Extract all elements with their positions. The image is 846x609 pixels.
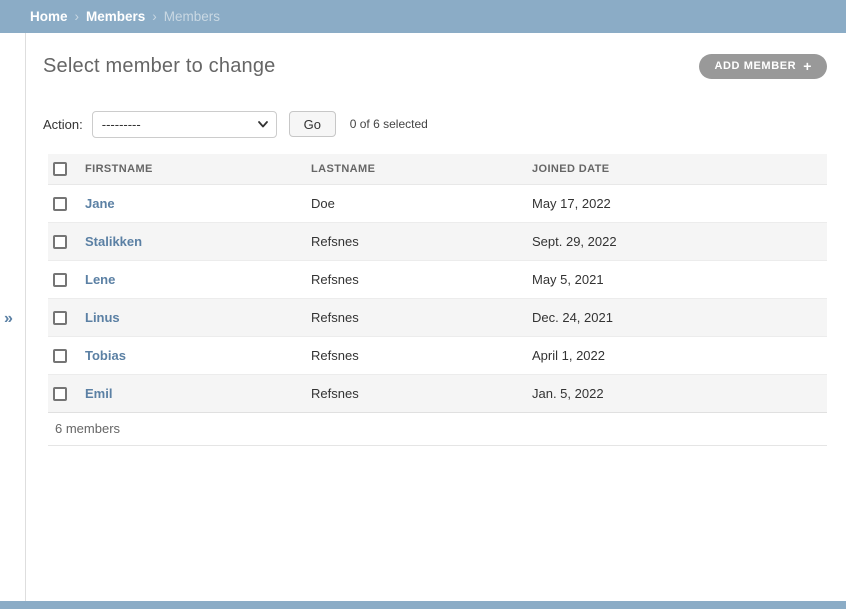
member-firstname-link[interactable]: Jane bbox=[85, 196, 115, 211]
member-firstname-link[interactable]: Lene bbox=[85, 272, 115, 287]
action-bar: Action: --------- Go 0 of 6 selected bbox=[43, 110, 827, 138]
member-joined-date: May 5, 2021 bbox=[532, 260, 827, 298]
member-joined-date: May 17, 2022 bbox=[532, 184, 827, 222]
breadcrumb: Home › Members › Members bbox=[0, 0, 846, 33]
page-title: Select member to change bbox=[43, 55, 276, 78]
add-member-button[interactable]: ADD MEMBER + bbox=[699, 54, 827, 79]
go-button[interactable]: Go bbox=[289, 111, 336, 137]
member-firstname-link[interactable]: Emil bbox=[85, 386, 112, 401]
action-select[interactable]: --------- bbox=[92, 111, 277, 138]
members-table-wrap: FIRSTNAME LASTNAME JOINED DATE Jane Doe … bbox=[48, 154, 827, 446]
selection-status: 0 of 6 selected bbox=[350, 117, 428, 131]
breadcrumb-members-link[interactable]: Members bbox=[86, 9, 145, 24]
row-checkbox[interactable] bbox=[53, 349, 67, 363]
table-row: Emil Refsnes Jan. 5, 2022 bbox=[48, 374, 827, 412]
member-joined-date: Dec. 24, 2021 bbox=[532, 298, 827, 336]
main-content: Select member to change ADD MEMBER + Act… bbox=[27, 33, 846, 601]
member-lastname: Doe bbox=[311, 184, 532, 222]
breadcrumb-separator: › bbox=[152, 9, 157, 24]
content-header: Select member to change ADD MEMBER + bbox=[43, 53, 827, 79]
table-row: Linus Refsnes Dec. 24, 2021 bbox=[48, 298, 827, 336]
action-select-wrap: --------- bbox=[92, 111, 277, 138]
sidebar-expand-icon[interactable]: » bbox=[4, 311, 13, 327]
member-lastname: Refsnes bbox=[311, 260, 532, 298]
row-checkbox[interactable] bbox=[53, 387, 67, 401]
table-row: Lene Refsnes May 5, 2021 bbox=[48, 260, 827, 298]
member-joined-date: Jan. 5, 2022 bbox=[532, 374, 827, 412]
table-header-row: FIRSTNAME LASTNAME JOINED DATE bbox=[48, 154, 827, 184]
member-lastname: Refsnes bbox=[311, 298, 532, 336]
column-header-firstname[interactable]: FIRSTNAME bbox=[85, 154, 311, 184]
member-joined-date: April 1, 2022 bbox=[532, 336, 827, 374]
breadcrumb-current-page: Members bbox=[164, 9, 220, 24]
breadcrumb-home-link[interactable]: Home bbox=[30, 9, 68, 24]
table-row: Jane Doe May 17, 2022 bbox=[48, 184, 827, 222]
member-lastname: Refsnes bbox=[311, 222, 532, 260]
column-header-lastname[interactable]: LASTNAME bbox=[311, 154, 532, 184]
member-count: 6 members bbox=[48, 412, 827, 446]
member-joined-date: Sept. 29, 2022 bbox=[532, 222, 827, 260]
select-all-checkbox[interactable] bbox=[53, 162, 67, 176]
column-header-joined-date[interactable]: JOINED DATE bbox=[532, 154, 827, 184]
row-checkbox[interactable] bbox=[53, 273, 67, 287]
member-lastname: Refsnes bbox=[311, 336, 532, 374]
add-member-button-label: ADD MEMBER bbox=[714, 60, 796, 72]
member-firstname-link[interactable]: Linus bbox=[85, 310, 120, 325]
table-row: Tobias Refsnes April 1, 2022 bbox=[48, 336, 827, 374]
plus-icon: + bbox=[803, 59, 812, 73]
member-lastname: Refsnes bbox=[311, 374, 532, 412]
breadcrumb-separator: › bbox=[75, 9, 80, 24]
row-checkbox[interactable] bbox=[53, 197, 67, 211]
members-table: FIRSTNAME LASTNAME JOINED DATE Jane Doe … bbox=[48, 154, 827, 412]
member-firstname-link[interactable]: Stalikken bbox=[85, 234, 142, 249]
bottom-accent-bar bbox=[0, 601, 846, 609]
table-row: Stalikken Refsnes Sept. 29, 2022 bbox=[48, 222, 827, 260]
member-firstname-link[interactable]: Tobias bbox=[85, 348, 126, 363]
row-checkbox[interactable] bbox=[53, 311, 67, 325]
action-label: Action: bbox=[43, 117, 83, 132]
row-checkbox[interactable] bbox=[53, 235, 67, 249]
sidebar-rail: » bbox=[0, 33, 26, 601]
